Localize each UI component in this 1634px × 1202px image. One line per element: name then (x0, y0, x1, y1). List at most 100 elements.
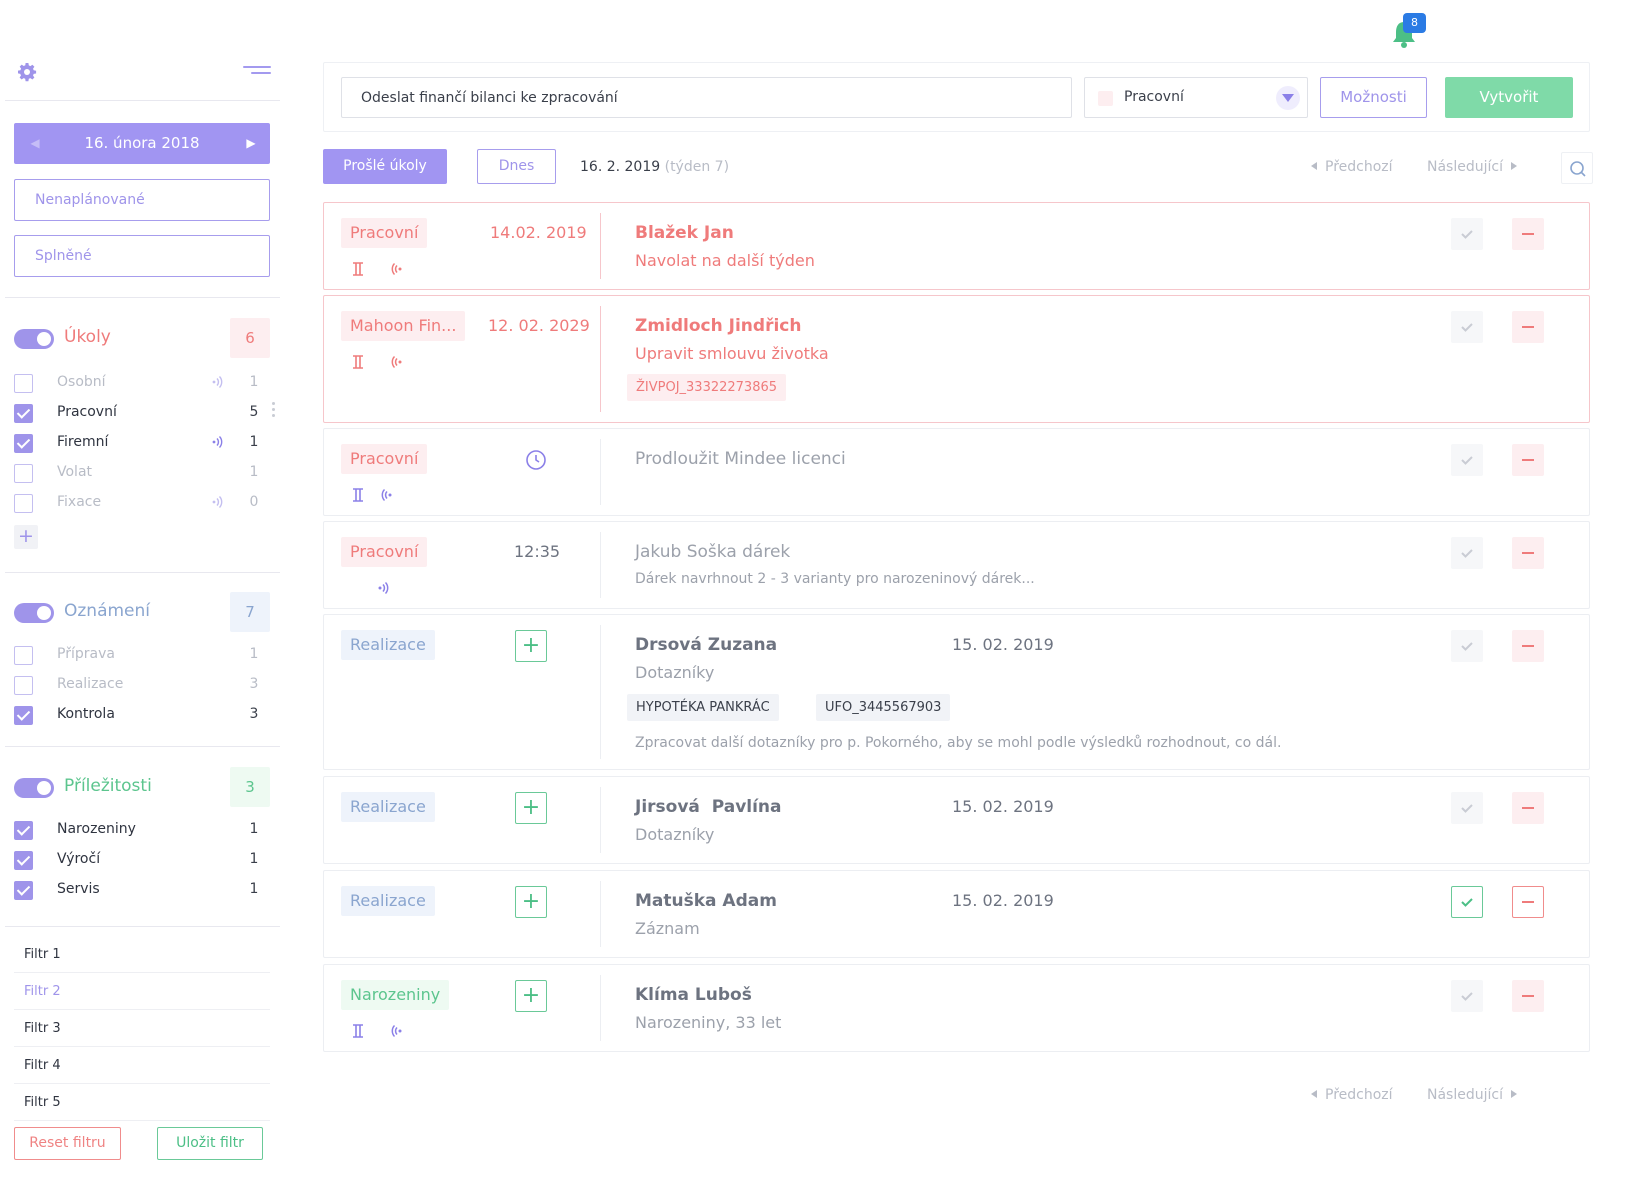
remove-button[interactable] (1512, 886, 1544, 918)
remove-button[interactable] (1512, 537, 1544, 569)
complete-button[interactable] (1451, 311, 1483, 343)
check-icon (1461, 323, 1473, 332)
task-name: Blažek Jan (635, 223, 734, 243)
chip[interactable]: UFO_3445567903 (816, 694, 951, 721)
date-prev-icon[interactable]: ◀ (20, 123, 50, 164)
checkbox[interactable] (14, 404, 33, 423)
today-button[interactable]: Dnes (477, 149, 556, 184)
add-button[interactable]: + (515, 792, 547, 824)
next-page-link-bottom[interactable]: Následující (1427, 1087, 1517, 1103)
task-tag: Pracovní (341, 444, 428, 474)
task-card[interactable]: Narozeniny + Klíma Luboš Narozeniny, 33 … (323, 964, 1590, 1052)
remove-button[interactable] (1512, 311, 1544, 343)
task-tag: Pracovní (341, 218, 428, 248)
task-tag: Realizace (341, 630, 435, 660)
task-card[interactable]: Realizace + Matuška Adam 15. 02. 2019 Zá… (323, 870, 1590, 958)
task-card[interactable]: Pracovní Prodloužit Mindee licenci (323, 428, 1590, 516)
sound-icon[interactable] (374, 579, 392, 597)
checkbox[interactable] (14, 881, 33, 900)
task-subtitle: Záznam (635, 919, 700, 938)
more-icon[interactable] (272, 402, 276, 420)
chip[interactable]: ŽIVPOJ_33322273865 (627, 374, 787, 401)
complete-button[interactable] (1451, 537, 1483, 569)
save-filter-button[interactable]: Uložit filtr (157, 1127, 263, 1160)
complete-button[interactable] (1451, 886, 1483, 918)
checkbox[interactable] (14, 851, 33, 870)
saved-filter-2[interactable]: Filtr 2 (14, 974, 270, 1010)
filter-label: Výročí (57, 851, 101, 867)
call-icon[interactable] (389, 353, 407, 371)
reset-filter-button[interactable]: Reset filtru (14, 1127, 121, 1160)
unscheduled-button[interactable]: Nenaplánované (14, 179, 270, 221)
filter-label: Realizace (57, 676, 124, 692)
search-button[interactable] (1561, 152, 1593, 184)
remove-button[interactable] (1512, 444, 1544, 476)
menu-icon[interactable] (243, 66, 271, 78)
notices-toggle[interactable] (14, 603, 54, 623)
task-card[interactable]: Pracovní 12:35 Jakub Soška dárek Dárek n… (323, 521, 1590, 609)
chip[interactable]: HYPOTÉKA PANKRÁC (627, 694, 779, 721)
opportunities-toggle[interactable] (14, 778, 54, 798)
saved-filter-1[interactable]: Filtr 1 (14, 937, 270, 973)
task-card[interactable]: Realizace + Drsová Zuzana 15. 02. 2019 D… (323, 614, 1590, 770)
tasks-toggle[interactable] (14, 329, 54, 349)
filter-count: 3 (249, 706, 259, 722)
checkbox[interactable] (14, 646, 33, 665)
pause-icon[interactable] (349, 353, 367, 371)
completed-button[interactable]: Splněné (14, 235, 270, 277)
task-card[interactable]: Pracovní 14.02. 2019 Blažek Jan Navolat … (323, 202, 1590, 290)
task-date: 12. 02. 2029 (488, 316, 590, 335)
gear-icon[interactable] (17, 62, 37, 82)
task-name: Jirsová Pavlína (635, 797, 782, 817)
prev-label: Předchozí (1325, 159, 1393, 175)
checkbox[interactable] (14, 706, 33, 725)
create-button[interactable]: Vytvořit (1445, 77, 1573, 118)
pause-icon[interactable] (349, 1022, 367, 1040)
task-card[interactable]: Mahoon Fin... 12. 02. 2029 Zmidloch Jind… (323, 295, 1590, 423)
call-icon[interactable] (389, 1022, 407, 1040)
prev-page-link-bottom[interactable]: Předchozí (1311, 1087, 1393, 1103)
remove-button[interactable] (1512, 218, 1544, 250)
saved-filter-3[interactable]: Filtr 3 (14, 1011, 270, 1047)
pause-icon[interactable] (349, 260, 367, 278)
pause-icon[interactable] (349, 486, 367, 504)
complete-button[interactable] (1451, 444, 1483, 476)
checkbox[interactable] (14, 494, 33, 513)
checkbox[interactable] (14, 676, 33, 695)
prev-page-link[interactable]: Předchozí (1311, 159, 1393, 175)
checkbox[interactable] (14, 434, 33, 453)
remove-button[interactable] (1512, 630, 1544, 662)
add-filter-button[interactable]: + (14, 525, 38, 549)
checkbox[interactable] (14, 821, 33, 840)
call-icon[interactable] (379, 486, 397, 504)
complete-button[interactable] (1451, 980, 1483, 1012)
task-input[interactable] (341, 77, 1072, 118)
task-type-select[interactable]: Pracovní (1084, 77, 1308, 118)
saved-filter-5[interactable]: Filtr 5 (14, 1085, 270, 1121)
create-task-bar: Pracovní Možnosti Vytvořit (323, 62, 1590, 132)
call-icon[interactable] (389, 260, 407, 278)
date-next-icon[interactable]: ▶ (236, 123, 266, 164)
expired-tasks-button[interactable]: Prošlé úkoly (323, 149, 447, 184)
add-button[interactable]: + (515, 886, 547, 918)
check-icon (1461, 804, 1473, 813)
add-button[interactable]: + (515, 980, 547, 1012)
filter-label: Volat (57, 464, 93, 480)
divider (600, 532, 601, 598)
task-tag: Mahoon Fin... (341, 311, 466, 341)
options-button[interactable]: Možnosti (1320, 77, 1427, 118)
next-page-link[interactable]: Následující (1427, 159, 1517, 175)
complete-button[interactable] (1451, 630, 1483, 662)
saved-filter-4[interactable]: Filtr 4 (14, 1048, 270, 1084)
filter-row-pracovni: Pracovní 5 (14, 402, 270, 424)
checkbox[interactable] (14, 374, 33, 393)
checkbox[interactable] (14, 464, 33, 483)
check-icon (1461, 898, 1473, 907)
add-button[interactable]: + (515, 630, 547, 662)
complete-button[interactable] (1451, 218, 1483, 250)
remove-button[interactable] (1512, 980, 1544, 1012)
task-date: 15. 02. 2019 (952, 797, 1054, 816)
complete-button[interactable] (1451, 792, 1483, 824)
remove-button[interactable] (1512, 792, 1544, 824)
task-card[interactable]: Realizace + Jirsová Pavlína 15. 02. 2019… (323, 776, 1590, 864)
